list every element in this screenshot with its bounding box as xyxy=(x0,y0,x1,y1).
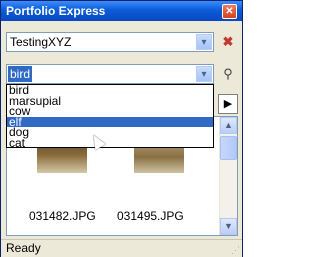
keyword-combo[interactable]: bird ▾ xyxy=(6,64,214,84)
search-icon[interactable]: ⚲ xyxy=(218,64,238,84)
next-page-button[interactable]: ▶ xyxy=(218,94,238,114)
status-text: Ready xyxy=(6,241,41,255)
dropdown-option[interactable]: elf xyxy=(7,116,213,127)
keyword-dropdown-list: bird marsupial cow elf dog cat xyxy=(6,84,214,148)
dropdown-option[interactable]: cat xyxy=(7,137,213,148)
portfolio-combo[interactable]: TestingXYZ ▾ xyxy=(6,32,214,52)
scroll-up-icon[interactable]: ▲ xyxy=(220,117,237,134)
chevron-down-icon[interactable]: ▾ xyxy=(196,66,212,82)
thumbnail-label[interactable]: 031482.JPG xyxy=(29,209,96,223)
vertical-scrollbar[interactable]: ▲ ▼ xyxy=(219,117,237,235)
dropdown-option[interactable]: cow xyxy=(7,105,213,116)
thumbnail-label[interactable]: 031495.JPG xyxy=(117,209,184,223)
dropdown-option[interactable]: marsupial xyxy=(7,95,213,106)
title-bar[interactable]: Portfolio Express ✕ xyxy=(1,1,242,21)
delete-icon[interactable]: ✖ xyxy=(218,32,238,52)
window-title: Portfolio Express xyxy=(6,4,106,18)
status-bar: Ready ⋰ xyxy=(1,239,242,257)
portfolio-express-window: Portfolio Express ✕ TestingXYZ ▾ ✖ bird … xyxy=(0,0,243,257)
scroll-thumb[interactable] xyxy=(220,136,237,160)
close-icon[interactable]: ✕ xyxy=(222,4,237,19)
resize-grip-icon[interactable]: ⋰ xyxy=(231,245,240,256)
keyword-combo-value: bird xyxy=(8,66,33,82)
portfolio-combo-value: TestingXYZ xyxy=(10,35,72,49)
chevron-down-icon[interactable]: ▾ xyxy=(196,34,212,50)
scroll-down-icon[interactable]: ▼ xyxy=(220,218,237,235)
dropdown-option[interactable]: dog xyxy=(7,126,213,137)
